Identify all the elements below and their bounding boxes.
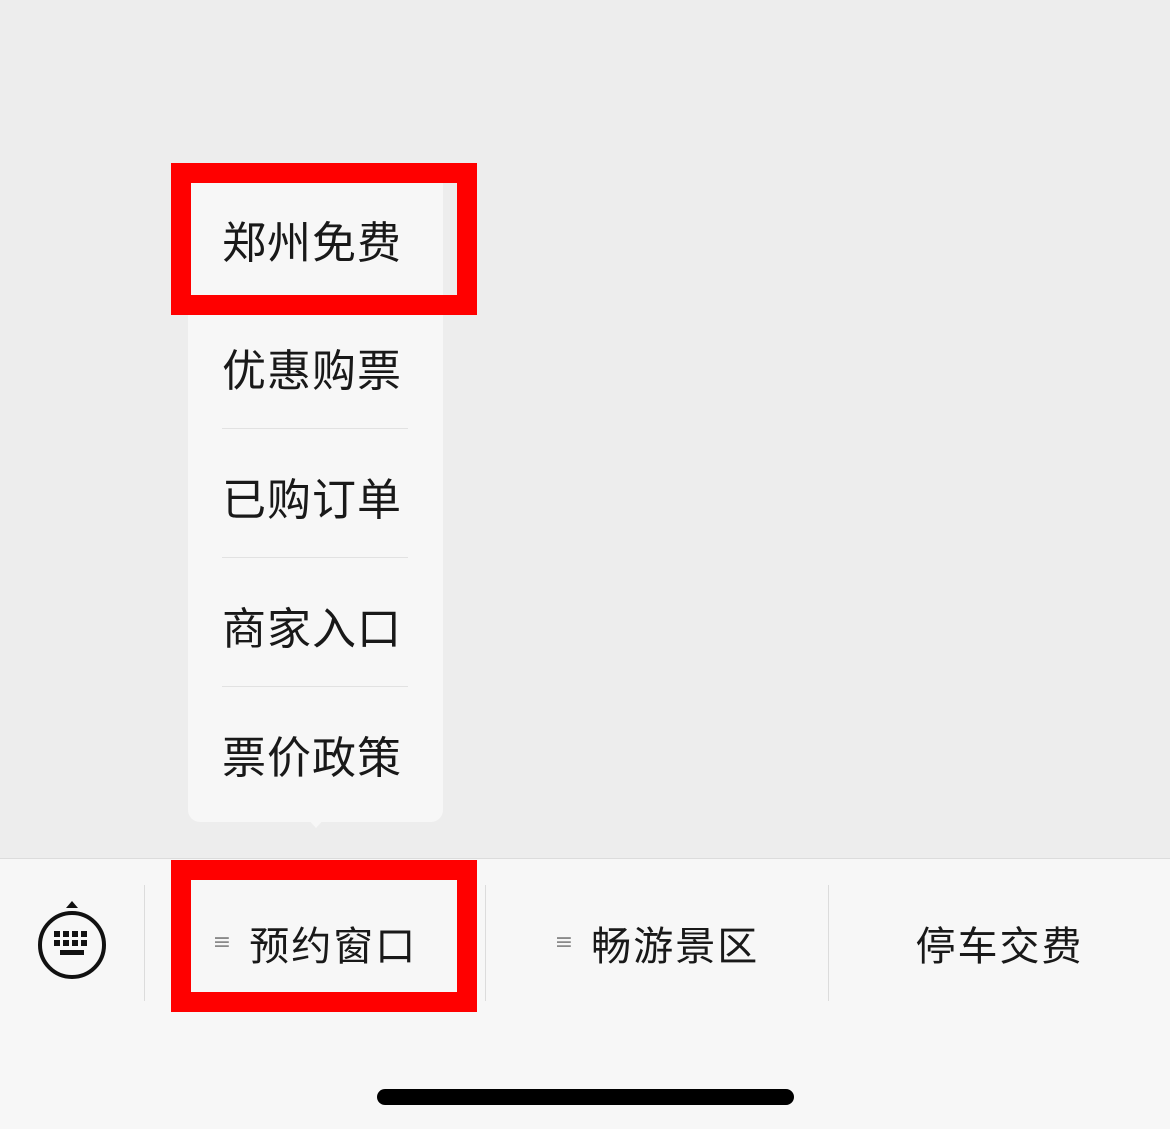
submenu-item-label: 票价政策 — [222, 732, 402, 784]
submenu-pointer — [303, 814, 329, 828]
keyboard-toggle-button[interactable] — [36, 899, 108, 985]
menu-tab-parking-payment[interactable]: 停车交费 — [829, 885, 1170, 1001]
submenu-item-label: 郑州免费 — [222, 217, 402, 269]
keyboard-icon — [38, 901, 106, 979]
submenu-divider — [222, 428, 408, 429]
submenu-item-merchant-entrance[interactable]: 商家入口 — [188, 560, 443, 689]
menu-tab-scenic-spots[interactable]: ≡ 畅游景区 — [486, 885, 828, 1001]
submenu-indicator-icon: ≡ — [212, 930, 232, 955]
menu-tab-label: 畅游景区 — [591, 924, 760, 970]
submenu-divider — [222, 299, 408, 300]
submenu-item-label: 已购订单 — [222, 474, 402, 526]
submenu-divider — [222, 557, 408, 558]
chat-screen: 郑州免费 优惠购票 已购订单 商家入口 票价政策 ≡ 预约窗口 ≡ 畅游景区 停… — [0, 0, 1170, 1129]
submenu-item-purchased-orders[interactable]: 已购订单 — [188, 431, 443, 560]
home-indicator — [377, 1089, 794, 1105]
menu-tab-label: 停车交费 — [915, 924, 1084, 970]
submenu-item-zhengzhou-free[interactable]: 郑州免费 — [188, 174, 443, 303]
submenu-item-ticket-policy[interactable]: 票价政策 — [188, 689, 443, 818]
submenu-indicator-icon: ≡ — [554, 930, 574, 955]
submenu-item-label: 优惠购票 — [222, 345, 402, 397]
submenu-item-discount-tickets[interactable]: 优惠购票 — [188, 302, 443, 431]
menu-tab-booking-window[interactable]: ≡ 预约窗口 — [145, 885, 485, 1001]
menu-tab-label: 预约窗口 — [249, 924, 418, 970]
service-submenu: 郑州免费 优惠购票 已购订单 商家入口 票价政策 — [188, 170, 443, 822]
submenu-item-label: 商家入口 — [222, 603, 402, 655]
submenu-divider — [222, 686, 408, 687]
